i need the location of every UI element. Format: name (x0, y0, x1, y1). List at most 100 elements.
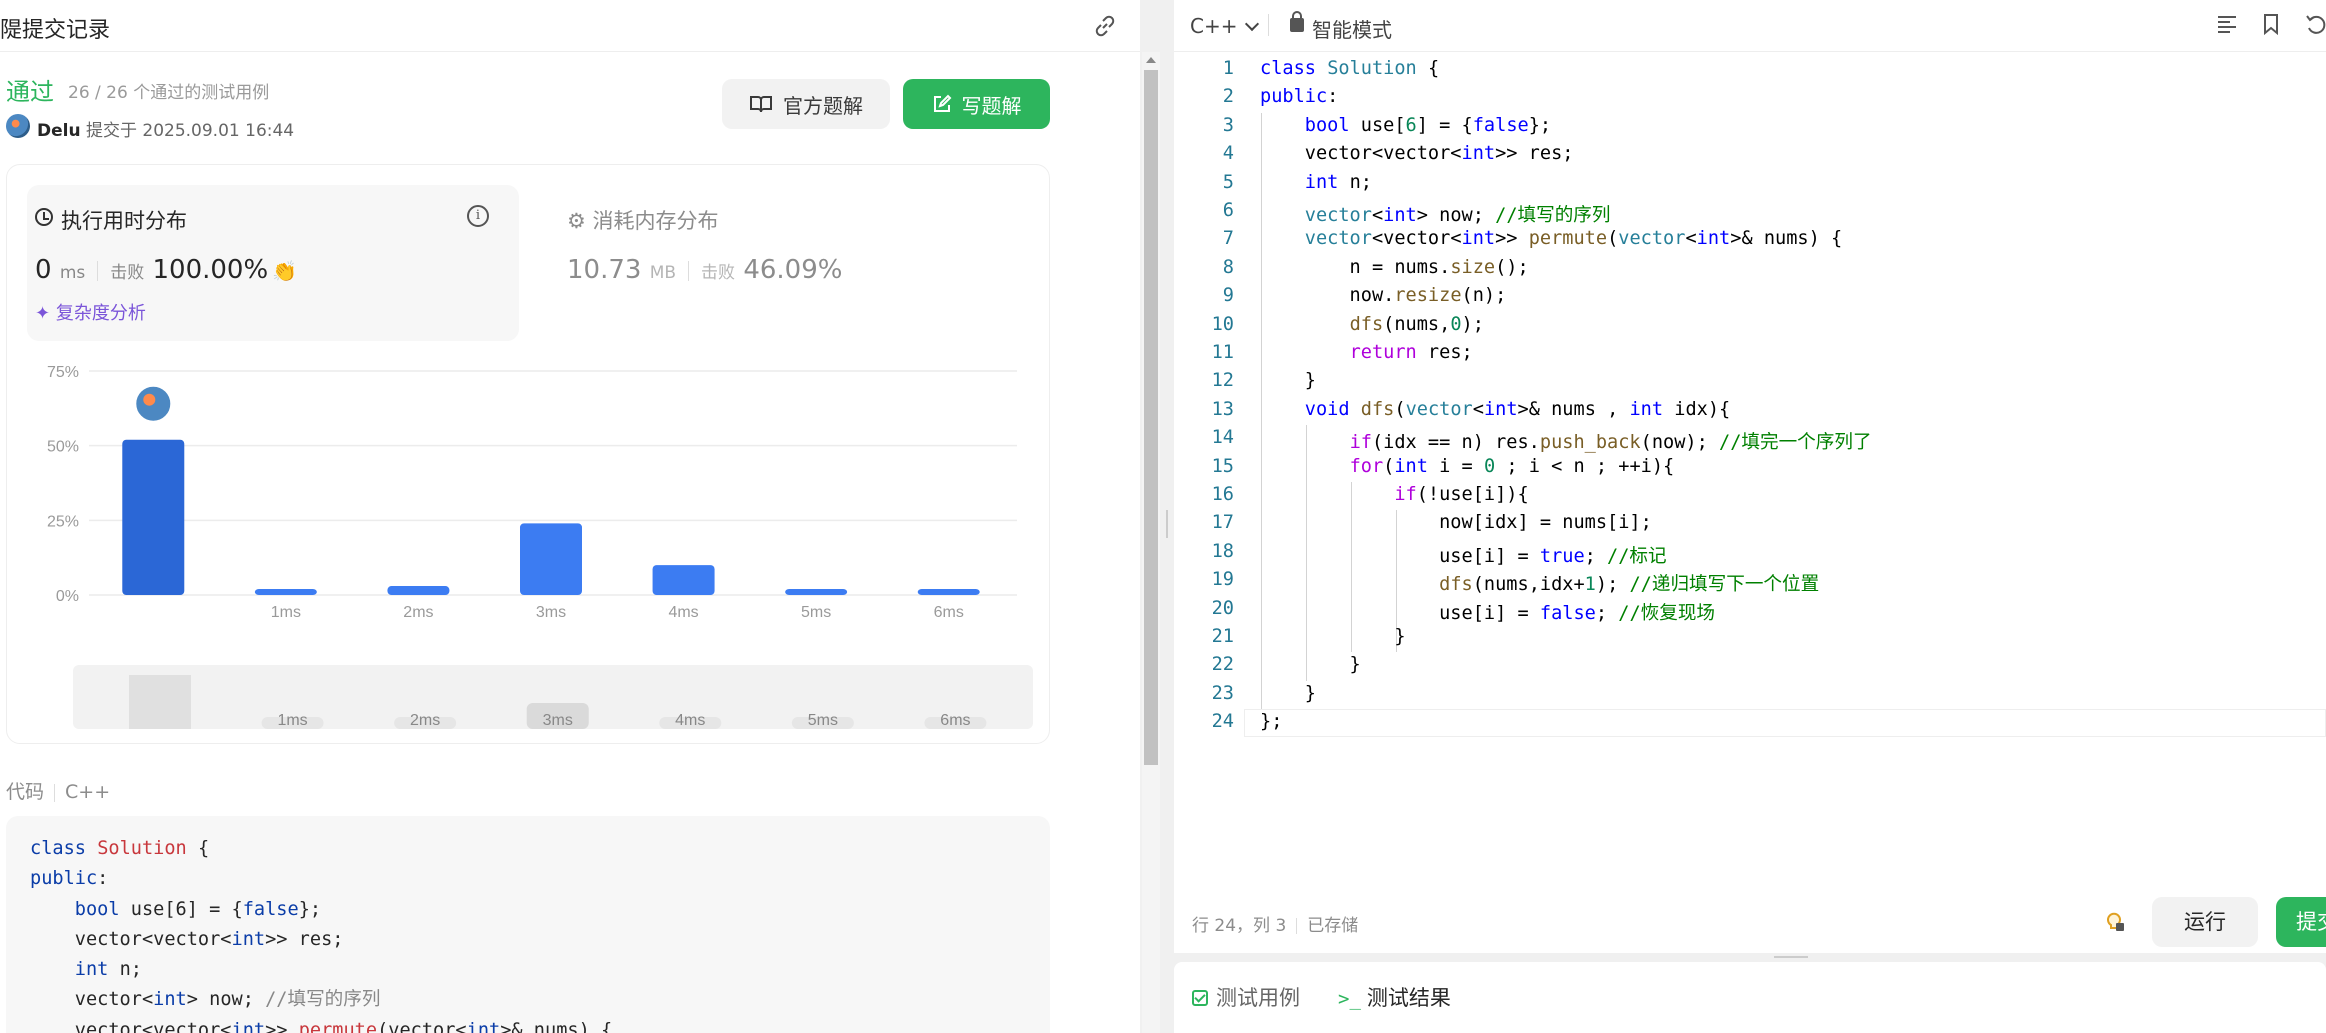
editor-code-line[interactable]: vector<int> now; //填写的序列 (1260, 200, 1611, 227)
editor-mode[interactable]: 智能模式 (1312, 14, 1392, 43)
editor-code-line[interactable]: vector<vector<int>> permute(vector<int>&… (1260, 228, 1842, 249)
cursor-position: 行 24，列 3 (1192, 916, 1287, 936)
editor-code-line[interactable]: void dfs(vector<int>& nums , int idx){ (1260, 399, 1730, 420)
scrollbar-thumb[interactable] (1144, 70, 1158, 765)
editor-code-line[interactable]: public: (1260, 86, 1338, 107)
editor-code-line[interactable]: vector<vector<int>> res; (1260, 143, 1574, 164)
tab-test-results[interactable]: >_ 测试结果 (1338, 982, 1451, 1012)
editorial-label: 官方题解 (783, 93, 863, 118)
editor-code-line[interactable]: bool use[6] = {false}; (1260, 115, 1551, 136)
editor-code-line[interactable]: use[i] = false; //恢复现场 (1260, 598, 1715, 625)
code-line: bool use[6] = {false}; (74, 898, 322, 920)
line-number: 8 (1222, 256, 1234, 278)
bar[interactable] (785, 589, 848, 595)
line-number: 14 (1211, 427, 1234, 449)
memory-beat: 46.09% (743, 255, 843, 285)
editorial-button[interactable]: 官方题解 (722, 79, 890, 129)
editor-code-line[interactable]: now.resize(n); (1260, 285, 1507, 306)
x-tick-label: 3ms (536, 604, 566, 621)
left-scrollbar[interactable] (1142, 52, 1160, 1033)
line-number: 22 (1211, 654, 1234, 676)
lightbulb-icon[interactable] (2102, 909, 2126, 933)
code-line: vector<vector<int>> res; (30, 928, 344, 950)
line-number: 1 (1222, 58, 1234, 79)
editor-code-line[interactable]: int n; (1260, 172, 1372, 193)
checkbox-icon (1192, 990, 1208, 1006)
editor-code-line[interactable]: class Solution { (1260, 58, 1439, 79)
submit-time: 提交于 2025.09.01 16:44 (85, 121, 295, 141)
y-tick-label: 50% (47, 439, 79, 456)
y-tick-label: 0% (56, 588, 79, 605)
avatar[interactable] (6, 114, 30, 138)
memory-tab[interactable]: ⚙ 消耗内存分布 (567, 205, 719, 235)
terminal-icon: >_ (1338, 988, 1361, 1010)
runtime-beat: 100.00% (152, 255, 269, 285)
complexity-analysis-link[interactable]: ✦ 复杂度分析 (35, 299, 146, 325)
line-number: 15 (1211, 455, 1234, 477)
editor-code-line[interactable]: n = nums.size(); (1260, 257, 1529, 278)
editor-code-line[interactable]: return res; (1260, 342, 1473, 363)
editor-code-line[interactable]: if(!use[i]){ (1260, 484, 1528, 505)
line-number: 2 (1222, 86, 1234, 108)
tab-testcases[interactable]: 测试用例 (1192, 982, 1300, 1012)
line-number: 11 (1211, 342, 1234, 363)
editor-code-line[interactable]: for(int i = 0 ; i < n ; ++i){ (1260, 456, 1675, 477)
submit-button[interactable]: 提交 (2276, 897, 2326, 947)
stats-card: 执行用时分布 i 0 ms 击败 100.00% 👏 ✦ 复杂度分析 ⚙ 消耗内存分… (6, 164, 1050, 744)
write-solution-label: 写题解 (961, 93, 1022, 118)
editor-code-line[interactable]: } (1260, 683, 1316, 704)
mini-bar (129, 675, 191, 729)
x-tick-label: 5ms (801, 604, 831, 621)
code-line: public: (30, 868, 109, 890)
editor-footer: 行 24，列 3 已存储 运行 提交 (1174, 893, 2326, 949)
language-select[interactable]: C++ (1190, 14, 1260, 38)
link-icon[interactable] (1092, 14, 1118, 38)
panel-resizer[interactable] (1160, 0, 1174, 1033)
editor-panel: C++ 智能模式 1 class Solution {2 public: 3 bool… (1174, 0, 2326, 953)
scroll-up-arrow[interactable] (1146, 57, 1156, 63)
chart-range-slider[interactable]: 1ms 2ms 3ms 4ms 5ms 6ms (73, 665, 1033, 729)
info-icon[interactable]: i (467, 205, 489, 227)
editor-code-line[interactable]: } (1260, 370, 1316, 391)
user-avatar-marker (134, 384, 173, 423)
submitted-code: class Solution { public: bool use[6] = {f… (6, 816, 1050, 1033)
editor-code-line[interactable]: use[i] = true; //标记 (1260, 541, 1667, 568)
bar[interactable] (652, 565, 715, 595)
username[interactable]: Delu (37, 121, 81, 141)
submitter: Delu 提交于 2025.09.01 16:44 (37, 116, 294, 141)
line-number: 5 (1222, 171, 1234, 193)
code-line: class Solution { (30, 838, 210, 859)
mini-tick-label: 1ms (277, 712, 307, 729)
format-icon[interactable] (2216, 12, 2238, 36)
editor-code-line[interactable]: }; (1260, 711, 1282, 732)
mini-tick-label: 5ms (808, 712, 838, 729)
submission-panel: 隄提交记录 通过 26 / 26 个通过的测试用例 Delu 提交于 2025.… (0, 0, 1140, 1033)
clap-icon: 👏 (272, 259, 298, 283)
run-button[interactable]: 运行 (2152, 897, 2258, 947)
line-number: 12 (1211, 370, 1234, 392)
editor-code-line[interactable]: if(idx == n) res.push_back(now); //填完一个序… (1260, 427, 1872, 454)
editor-code-line[interactable]: now[idx] = nums[i]; (1260, 512, 1652, 533)
code-line: vector<int> now; //填写的序列 (30, 989, 381, 1011)
write-solution-button[interactable]: 写题解 (903, 79, 1050, 129)
editor-code-line[interactable]: } (1260, 626, 1405, 647)
bar[interactable] (387, 586, 450, 595)
editor-code-line[interactable]: dfs(nums,idx+1); //递归填写下一个位置 (1260, 569, 1819, 596)
x-tick-label: 4ms (668, 604, 698, 621)
bar[interactable] (254, 589, 317, 595)
mini-tick-label: 3ms (543, 712, 573, 729)
editor-code-line[interactable]: dfs(nums,0); (1260, 314, 1484, 335)
editor-code-line[interactable]: } (1260, 654, 1361, 675)
line-number: 16 (1211, 484, 1234, 505)
line-number: 21 (1211, 626, 1234, 647)
reset-icon[interactable] (2304, 12, 2326, 36)
bar[interactable] (917, 589, 980, 595)
code-editor[interactable]: 1 class Solution {2 public: 3 bool use[6] =… (1174, 56, 2326, 738)
line-number: 13 (1211, 398, 1234, 420)
edit-icon (933, 94, 951, 112)
bookmark-icon[interactable] (2260, 12, 2282, 36)
vertical-resizer[interactable] (1774, 956, 1808, 958)
bar[interactable] (122, 439, 185, 595)
runtime-distribution-chart[interactable]: 0% 25% 50% 75% 1ms 2ms 3ms 4ms 5ms 6ms (17, 351, 1047, 621)
bar[interactable] (520, 523, 582, 595)
